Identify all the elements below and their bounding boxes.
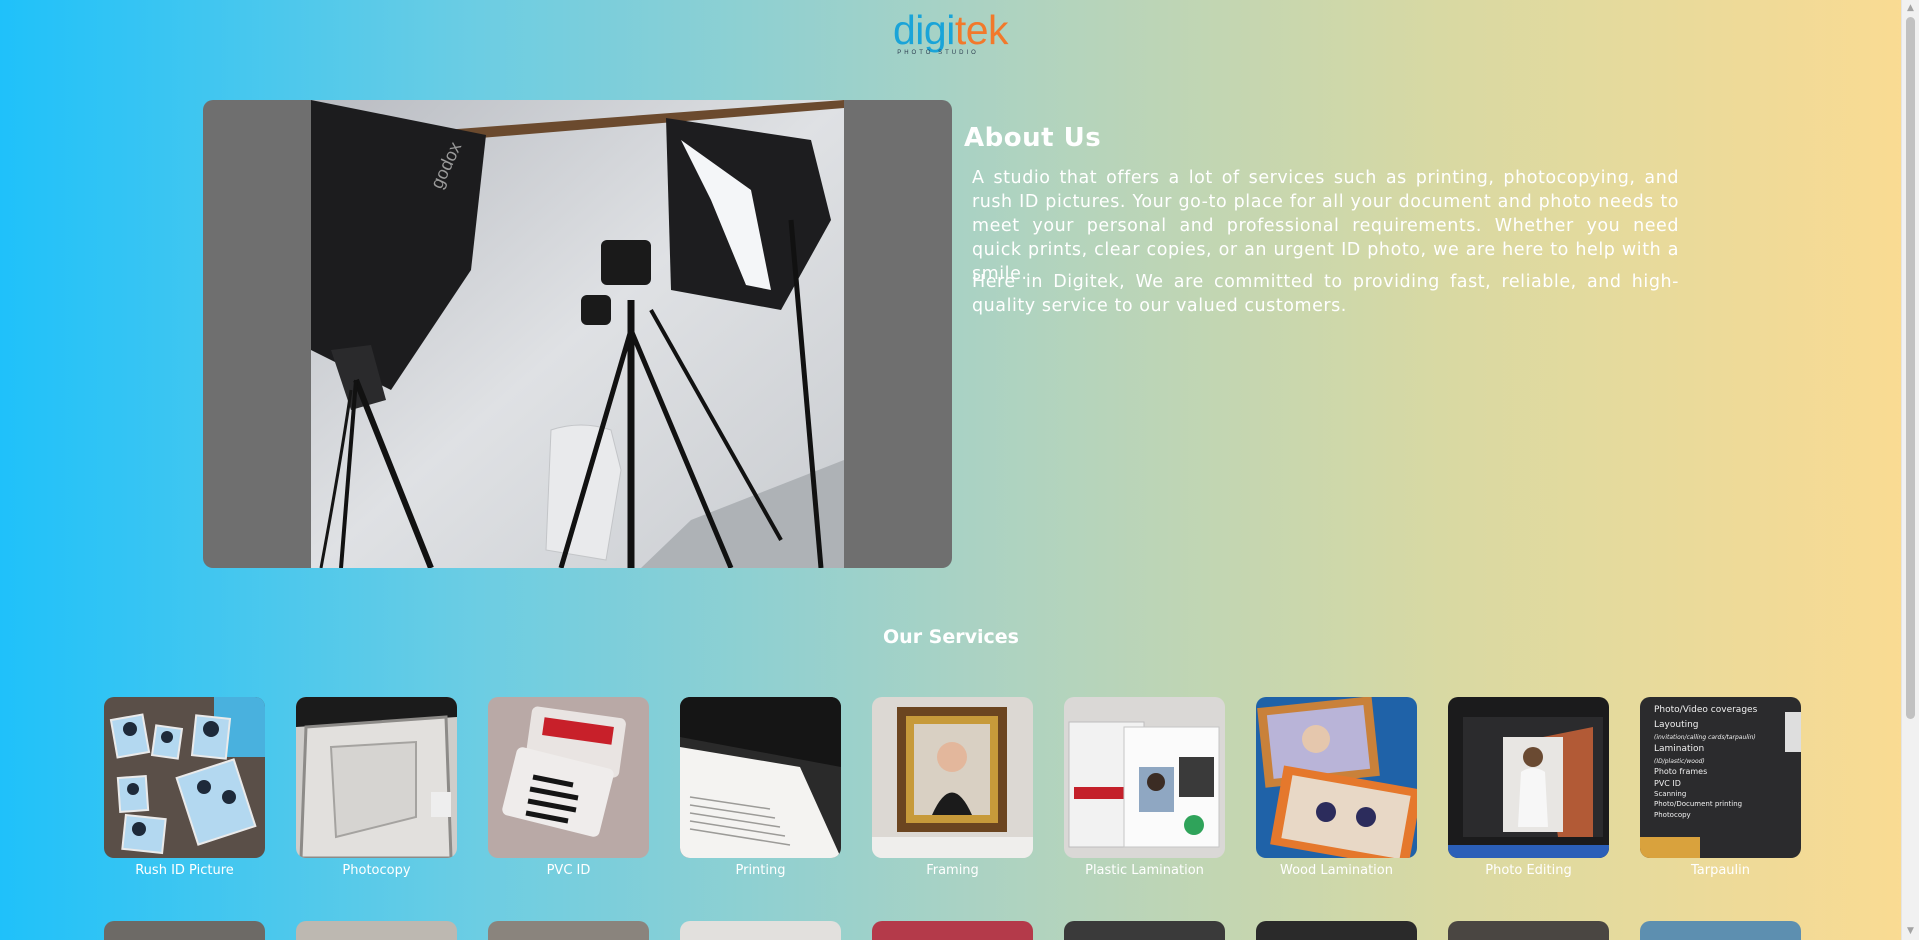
tarp-line: Photocopy xyxy=(1654,811,1691,819)
service-card-partial[interactable] xyxy=(1256,921,1417,940)
tarp-line: (invitation/calling cards/tarpaulin) xyxy=(1654,734,1756,741)
service-label: Photocopy xyxy=(342,863,411,878)
logo-text-digi: digi xyxy=(893,7,955,53)
service-card-printing[interactable]: Printing xyxy=(680,697,841,878)
service-card-partial[interactable] xyxy=(104,921,265,940)
about-paragraph-2: Here in Digitek, We are committed to pro… xyxy=(972,272,1679,316)
pvc-card-image xyxy=(488,697,649,858)
studio-equipment-image: godox xyxy=(311,100,844,568)
about-studio-photo: godox xyxy=(203,100,952,568)
tarpaulin-sign-text: Photo/Video coverages Layouting (invitat… xyxy=(1654,703,1757,821)
service-card-rush-id[interactable]: Rush ID Picture xyxy=(104,697,265,878)
service-card-partial[interactable] xyxy=(296,921,457,940)
monitor-editing-image xyxy=(1448,697,1609,858)
scroll-thumb[interactable] xyxy=(1906,17,1915,719)
tarp-line: Photo/Video coverages xyxy=(1654,705,1758,715)
service-card-partial[interactable] xyxy=(1640,921,1801,940)
laminated-id-image xyxy=(1064,697,1225,858)
tarp-line: Layouting xyxy=(1654,720,1699,730)
service-card-partial[interactable] xyxy=(488,921,649,940)
photocopier-image xyxy=(296,697,457,858)
tarp-line: PVC ID xyxy=(1654,779,1681,788)
service-card-partial[interactable] xyxy=(1448,921,1609,940)
service-card-partial[interactable] xyxy=(680,921,841,940)
scroll-down-icon[interactable]: ▼ xyxy=(1902,923,1919,940)
framed-portrait-image xyxy=(872,697,1033,858)
service-label: PVC ID xyxy=(546,863,591,878)
tarp-line: (ID/plastic/wood) xyxy=(1654,758,1705,765)
tarp-line: Lamination xyxy=(1654,744,1705,754)
scroll-up-icon[interactable]: ▲ xyxy=(1902,0,1919,17)
service-label: Framing xyxy=(926,863,979,878)
service-label: Plastic Lamination xyxy=(1085,863,1204,878)
service-card-pvc-id[interactable]: PVC ID xyxy=(488,697,649,878)
service-label: Rush ID Picture xyxy=(135,863,234,878)
wood-frame-image xyxy=(1256,697,1417,858)
tarp-line: Photo/Document printing xyxy=(1654,800,1743,808)
page-scrollbar[interactable]: ▲ ▼ xyxy=(1901,0,1919,940)
logo-subtitle: PHOTO STUDIO xyxy=(897,50,979,56)
service-label: Photo Editing xyxy=(1485,863,1572,878)
service-label: Tarpaulin xyxy=(1690,863,1751,878)
service-card-framing[interactable]: Framing xyxy=(872,697,1033,878)
service-card-plastic-lamination[interactable]: Plastic Lamination xyxy=(1064,697,1225,878)
service-card-partial[interactable] xyxy=(1064,921,1225,940)
service-label: Printing xyxy=(735,863,786,878)
tarpaulin-sign-image: Photo/Video coverages Layouting (invitat… xyxy=(1640,697,1801,858)
tarp-line: Scanning xyxy=(1654,790,1687,798)
logo[interactable]: digitek PHOTO STUDIO xyxy=(893,7,1009,64)
logo-text-tek: tek xyxy=(954,7,1009,53)
tarp-line: Photo frames xyxy=(1654,767,1708,776)
service-card-tarpaulin[interactable]: Photo/Video coverages Layouting (invitat… xyxy=(1640,697,1801,878)
about-title: About Us xyxy=(964,123,1102,153)
service-card-photo-editing[interactable]: Photo Editing xyxy=(1448,697,1609,878)
services-title: Our Services xyxy=(883,626,1019,648)
service-card-wood-lamination[interactable]: Wood Lamination xyxy=(1256,697,1417,878)
about-paragraph-1: A studio that offers a lot of services s… xyxy=(972,168,1679,284)
printer-image xyxy=(680,697,841,858)
id-photos-image xyxy=(104,697,265,858)
service-label: Wood Lamination xyxy=(1280,863,1393,878)
service-card-photocopy[interactable]: Photocopy xyxy=(296,697,457,878)
service-card-partial[interactable] xyxy=(872,921,1033,940)
